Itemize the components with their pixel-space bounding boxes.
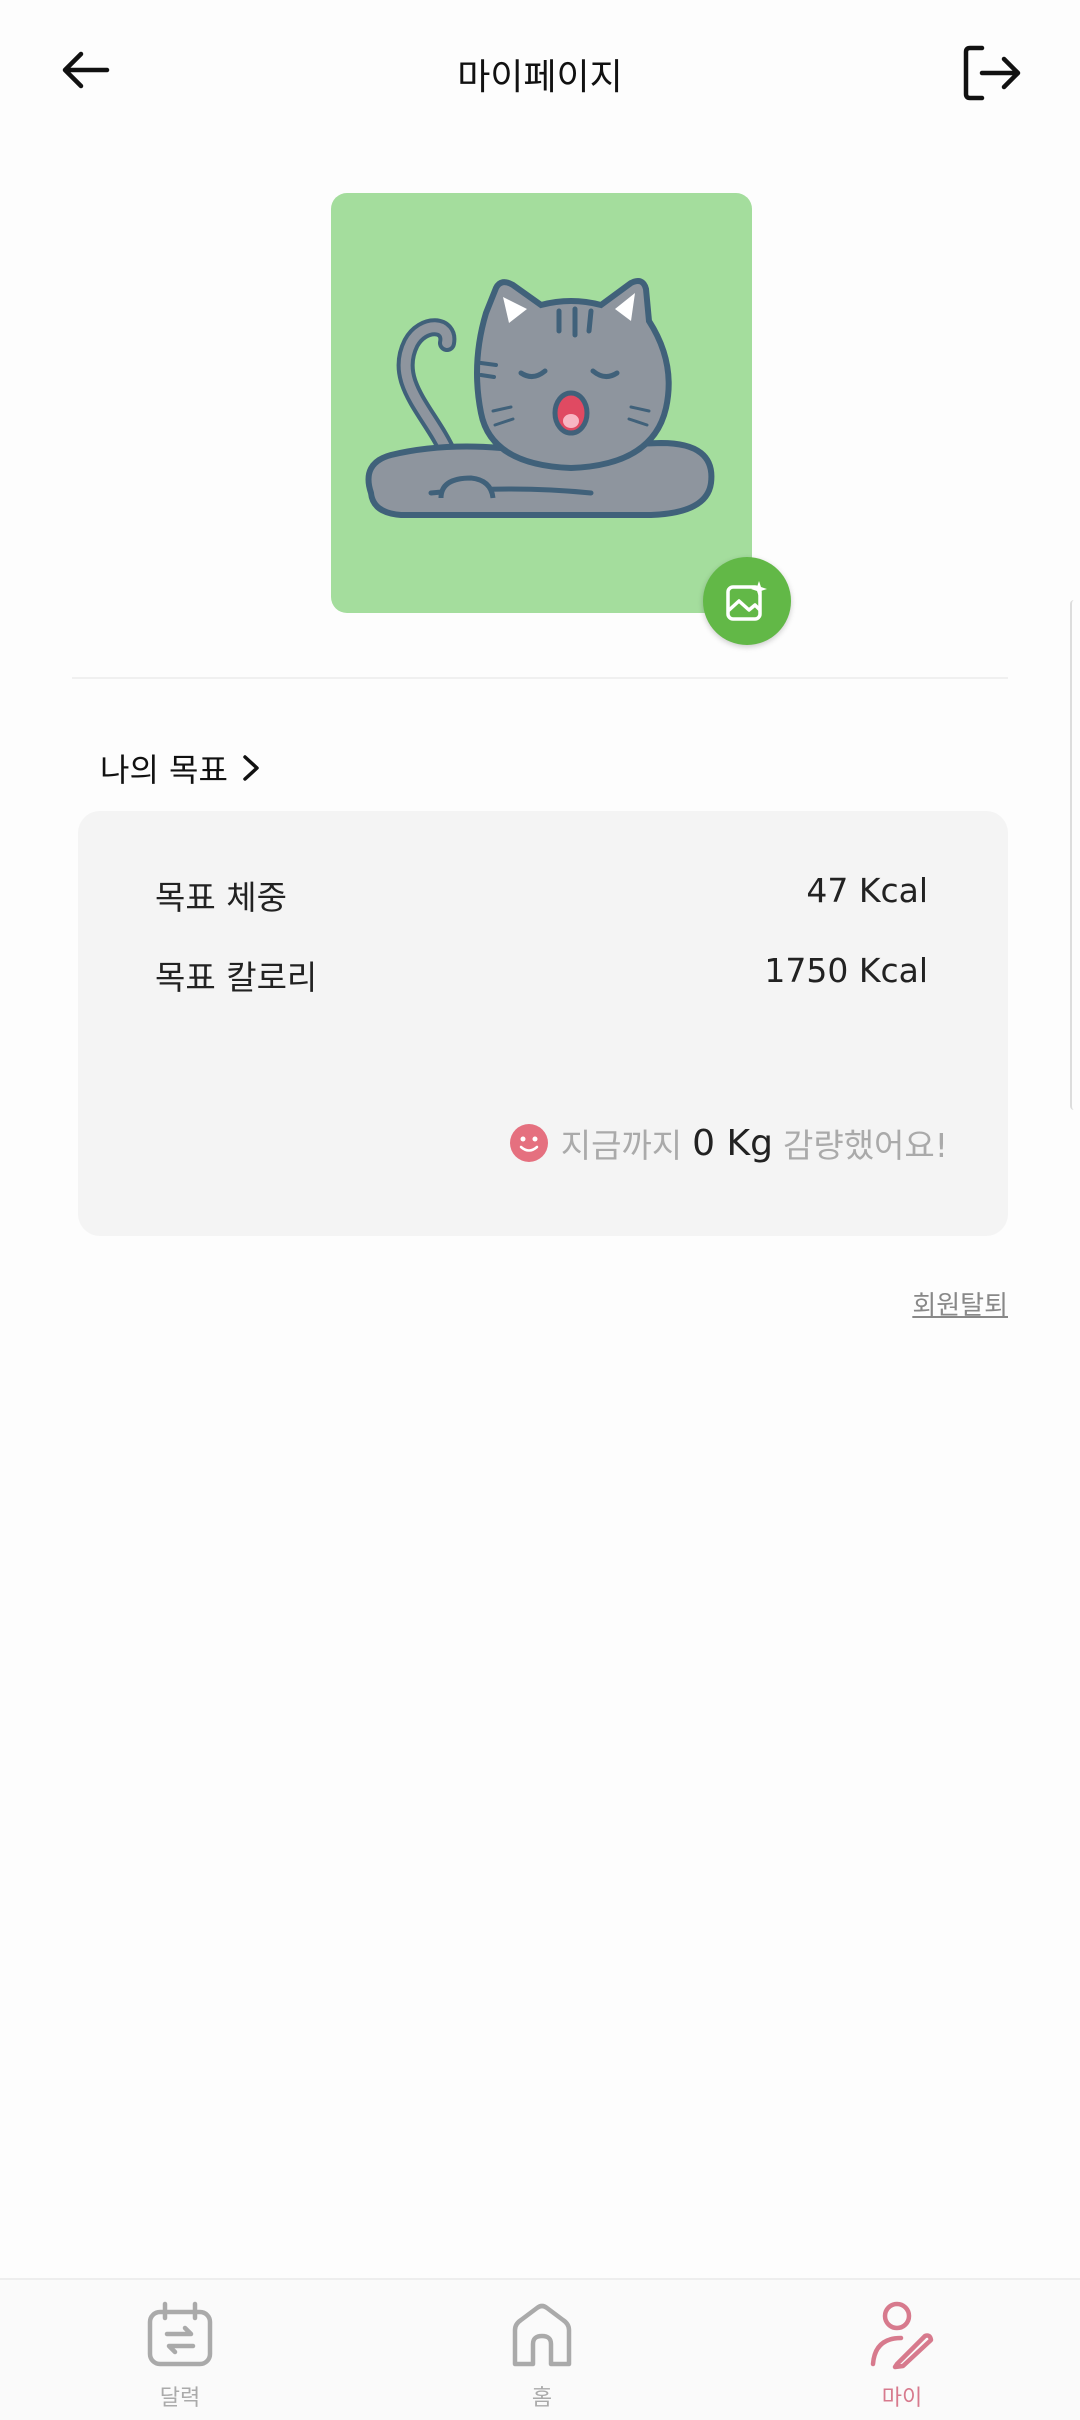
tab-label: 마이	[881, 2386, 923, 2411]
tab-calendar[interactable]: 달력	[100, 2300, 260, 2412]
tab-home[interactable]: 홈	[462, 2300, 622, 2412]
logout-button[interactable]	[958, 40, 1024, 106]
smile-icon	[509, 1124, 548, 1162]
progress-prefix: 지금까지	[560, 1126, 683, 1165]
app-header: 마이페이지	[0, 0, 1080, 150]
home-icon	[512, 2303, 572, 2367]
avatar-image	[331, 193, 752, 613]
bottom-tab-bar: 달력 홈 마이	[0, 2278, 1080, 2420]
edit-avatar-button[interactable]	[703, 557, 791, 645]
image-sparkle-icon	[726, 581, 767, 621]
sleeping-cat-icon	[365, 278, 715, 518]
chevron-right-icon	[243, 755, 259, 781]
user-edit-icon	[870, 2301, 934, 2370]
progress-value: 0 Kg	[692, 1122, 773, 1164]
scroll-handle[interactable]	[1070, 600, 1080, 1110]
goals-card: 목표 체중 47 Kcal 목표 칼로리 1750 Kcal 지금까지 0 Kg…	[78, 811, 1008, 1236]
goal-value: 1750 Kcal	[764, 951, 928, 990]
goal-row-calorie: 목표 칼로리 1750 Kcal	[155, 951, 928, 999]
goal-row-weight: 목표 체중 47 Kcal	[155, 871, 928, 919]
tab-label: 홈	[531, 2386, 553, 2411]
logout-icon	[963, 45, 1021, 101]
goals-section-link[interactable]: 나의 목표	[100, 745, 260, 791]
goal-value: 47 Kcal	[806, 871, 928, 910]
weight-loss-progress: 지금까지 0 Kg 감량했어요!	[509, 1119, 948, 1167]
calendar-icon	[147, 2301, 213, 2367]
withdraw-link[interactable]: 회원탈퇴	[912, 1285, 1008, 1322]
goals-section-title: 나의 목표	[100, 751, 228, 789]
profile-avatar[interactable]	[331, 193, 752, 613]
progress-suffix: 감량했어요!	[782, 1126, 948, 1165]
goal-label: 목표 칼로리	[155, 958, 318, 997]
tab-label: 달력	[159, 2386, 201, 2411]
goal-label: 목표 체중	[155, 878, 287, 917]
section-divider	[72, 677, 1008, 679]
tab-my[interactable]: 마이	[822, 2300, 982, 2412]
page-title: 마이페이지	[457, 57, 623, 98]
